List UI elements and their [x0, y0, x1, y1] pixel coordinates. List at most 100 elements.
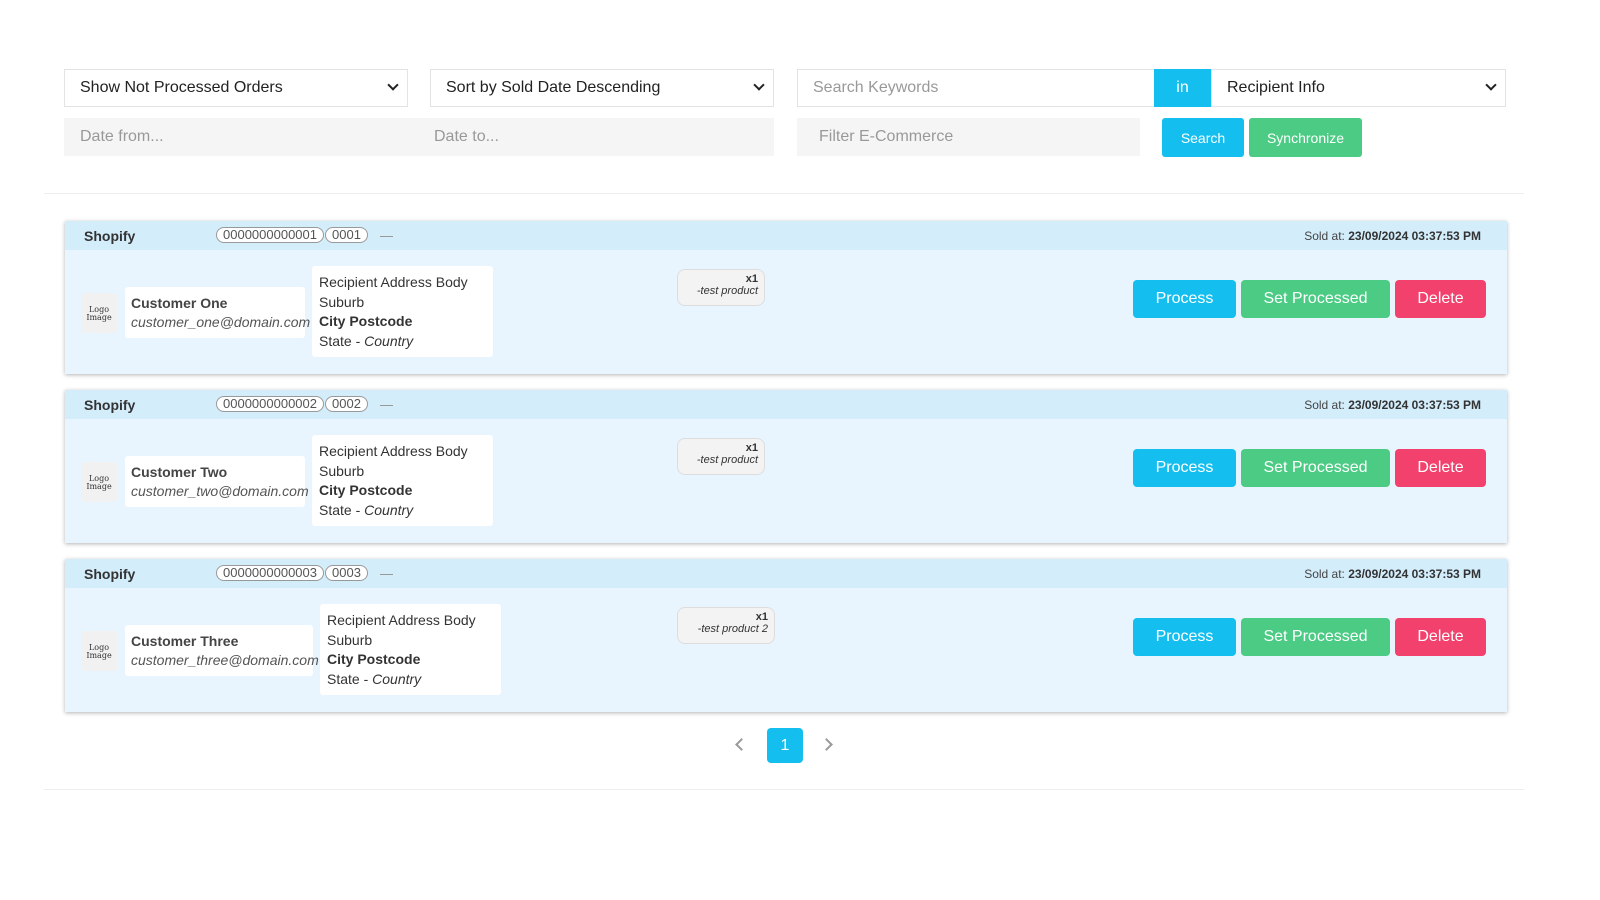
status-filter-value: Show Not Processed Orders — [80, 79, 283, 96]
sold-label: Sold at: — [1304, 229, 1345, 243]
customer-name: Customer Two — [131, 464, 228, 480]
chevron-down-icon — [753, 79, 765, 91]
address-state: State - — [327, 670, 373, 687]
chevron-down-icon — [387, 79, 399, 91]
order-card-header: Shopify 0000000000003 0003 Sold at: 23/0… — [65, 559, 1507, 588]
address-body: Recipient Address Body — [319, 274, 468, 290]
customer-info: Customer Two customer_two@domain.com — [125, 456, 309, 507]
address-state-country: State - Country — [319, 332, 486, 352]
product-name: -test product — [696, 454, 758, 466]
customer-email: customer_two@domain.com — [131, 483, 309, 499]
recipient-address: Recipient Address Body Suburb City Postc… — [312, 266, 493, 357]
product-quantity: x1 — [745, 442, 758, 454]
sold-label: Sold at: — [1304, 398, 1345, 412]
address-country: Country — [372, 670, 422, 687]
order-card-header: Shopify 0000000000001 0001 Sold at: 23/0… — [65, 221, 1507, 250]
customer-email: customer_three@domain.com — [131, 652, 319, 668]
sold-at: Sold at: 23/09/2024 03:37:53 PM — [1304, 398, 1481, 412]
address-state-country: State - Country — [319, 501, 486, 521]
order-id-badge: 0000000000002 — [216, 396, 324, 412]
order-card: Shopify 0000000000002 0002 Sold at: 23/0… — [65, 390, 1507, 543]
order-card-header: Shopify 0000000000002 0002 Sold at: 23/0… — [65, 390, 1507, 419]
product-item: x1 -test product — [677, 438, 765, 475]
delete-button[interactable]: Delete — [1395, 449, 1486, 487]
address-country: Country — [364, 501, 414, 518]
chevron-right-icon[interactable] — [820, 738, 833, 751]
date-to-input[interactable]: Date to... — [418, 118, 774, 156]
status-filter-select[interactable]: Show Not Processed Orders — [64, 69, 408, 107]
product-name: -test product 2 — [697, 623, 768, 635]
address-state-country: State - Country — [327, 670, 494, 690]
address-body: Recipient Address Body — [319, 443, 468, 459]
process-button[interactable]: Process — [1133, 618, 1236, 656]
address-city-postcode: City Postcode — [327, 651, 421, 667]
order-card: Shopify 0000000000001 0001 Sold at: 23/0… — [65, 221, 1507, 374]
customer-email: customer_one@domain.com — [131, 314, 311, 330]
dash-icon — [380, 574, 393, 575]
sold-label: Sold at: — [1304, 567, 1345, 581]
address-state: State - — [319, 332, 365, 349]
date-from-input[interactable]: Date from... — [64, 118, 420, 156]
ecommerce-placeholder: Filter E-Commerce — [819, 128, 954, 145]
address-city-postcode: City Postcode — [319, 482, 413, 498]
product-item: x1 -test product 2 — [677, 607, 775, 644]
customer-name: Customer Three — [131, 633, 239, 649]
logo-image: Logo Image — [81, 631, 117, 671]
search-field-select[interactable]: Recipient Info — [1211, 69, 1506, 107]
platform-name: Shopify — [84, 566, 136, 582]
recipient-address: Recipient Address Body Suburb City Postc… — [312, 435, 493, 526]
sort-select[interactable]: Sort by Sold Date Descending — [430, 69, 774, 107]
process-button[interactable]: Process — [1133, 280, 1236, 318]
sold-date: 23/09/2024 03:37:53 PM — [1348, 567, 1481, 581]
recipient-address: Recipient Address Body Suburb City Postc… — [320, 604, 501, 695]
order-id-badge: 0000000000001 — [216, 227, 324, 243]
product-quantity: x1 — [745, 273, 758, 285]
product-item: x1 -test product — [677, 269, 765, 306]
order-number-badge: 0003 — [325, 565, 368, 581]
set-processed-button[interactable]: Set Processed — [1241, 280, 1390, 318]
search-input[interactable]: Search Keywords — [797, 69, 1155, 107]
set-processed-button[interactable]: Set Processed — [1241, 618, 1390, 656]
order-card: Shopify 0000000000003 0003 Sold at: 23/0… — [65, 559, 1507, 712]
sold-at: Sold at: 23/09/2024 03:37:53 PM — [1304, 229, 1481, 243]
order-number-badge: 0001 — [325, 227, 368, 243]
divider — [44, 193, 1524, 194]
address-suburb: Suburb — [319, 293, 365, 310]
synchronize-button[interactable]: Synchronize — [1249, 118, 1362, 157]
address-state: State - — [319, 501, 365, 518]
process-button[interactable]: Process — [1133, 449, 1236, 487]
product-name: -test product — [696, 285, 758, 297]
divider — [44, 789, 1524, 790]
ecommerce-filter-input[interactable]: Filter E-Commerce — [797, 118, 1140, 156]
sold-date: 23/09/2024 03:37:53 PM — [1348, 229, 1481, 243]
sold-at: Sold at: 23/09/2024 03:37:53 PM — [1304, 567, 1481, 581]
sold-date: 23/09/2024 03:37:53 PM — [1348, 398, 1481, 412]
logo-image: Logo Image — [81, 293, 117, 333]
logo-image: Logo Image — [81, 462, 117, 502]
customer-name: Customer One — [131, 295, 228, 311]
set-processed-button[interactable]: Set Processed — [1241, 449, 1390, 487]
address-suburb: Suburb — [319, 462, 365, 479]
search-placeholder: Search Keywords — [813, 79, 939, 96]
product-quantity: x1 — [755, 611, 768, 623]
page-1-button[interactable]: 1 — [767, 728, 803, 763]
search-button[interactable]: Search — [1162, 118, 1244, 157]
dash-icon — [380, 236, 393, 237]
order-id-badge: 0000000000003 — [216, 565, 324, 581]
delete-button[interactable]: Delete — [1395, 280, 1486, 318]
in-label: in — [1154, 69, 1211, 107]
address-city-postcode: City Postcode — [319, 313, 413, 329]
platform-name: Shopify — [84, 228, 136, 244]
customer-info: Customer One customer_one@domain.com — [125, 287, 311, 338]
platform-name: Shopify — [84, 397, 136, 413]
customer-info: Customer Three customer_three@domain.com — [125, 625, 319, 676]
search-field-value: Recipient Info — [1227, 79, 1325, 96]
date-to-placeholder: Date to... — [434, 128, 499, 145]
address-body: Recipient Address Body — [327, 612, 476, 628]
delete-button[interactable]: Delete — [1395, 618, 1486, 656]
chevron-down-icon — [1485, 79, 1497, 91]
dash-icon — [380, 405, 393, 406]
address-suburb: Suburb — [327, 631, 373, 648]
address-country: Country — [364, 332, 414, 349]
chevron-left-icon[interactable] — [735, 738, 748, 751]
